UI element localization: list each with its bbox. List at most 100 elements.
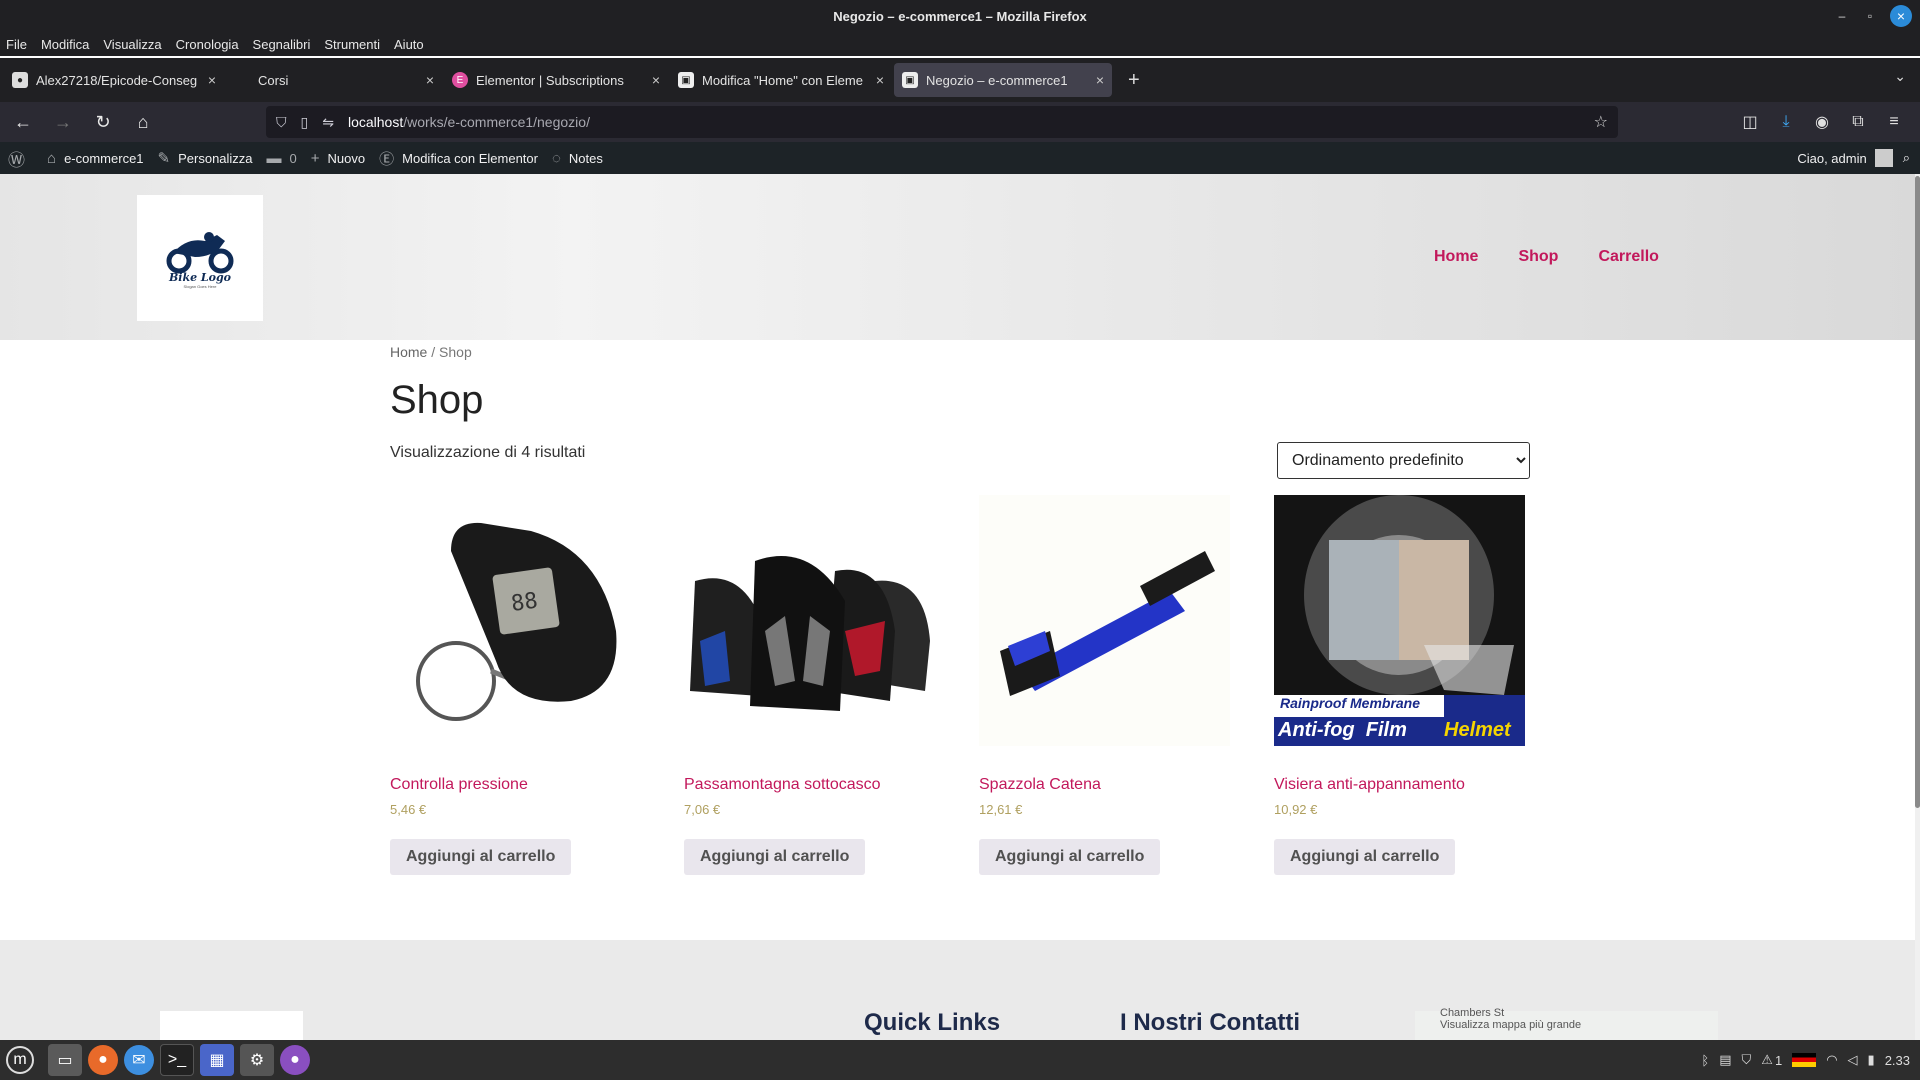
- motorbike-icon: [166, 232, 234, 274]
- site-logo[interactable]: Bike Logo Slogan Goes Here: [137, 195, 263, 321]
- nav-shop[interactable]: Shop: [1518, 248, 1558, 266]
- add-to-cart-button[interactable]: Aggiungi al carrello: [390, 839, 572, 875]
- add-to-cart-button[interactable]: Aggiungi al carrello: [684, 839, 866, 875]
- pocket-icon[interactable]: ◫: [1732, 112, 1768, 132]
- product-image-antifog-visor[interactable]: Rainproof Membrane Anti-fog Film Helmet: [1274, 495, 1525, 746]
- clipboard-icon[interactable]: ▤: [1719, 1052, 1731, 1068]
- volume-icon[interactable]: ◁: [1848, 1052, 1858, 1068]
- terminal-icon[interactable]: >_: [160, 1044, 194, 1076]
- nav-carrello[interactable]: Carrello: [1598, 248, 1658, 266]
- thunderbird-icon[interactable]: ✉: [124, 1045, 154, 1075]
- bluetooth-icon[interactable]: ᛒ: [1701, 1053, 1709, 1068]
- breadcrumb: Home / Shop: [390, 344, 472, 360]
- wp-admin-bar: Ⓦ ⌂ e-commerce1 ✎ Personalizza ▬ 0 + Nuovo Ⓔ…: [0, 142, 1920, 174]
- menu-file[interactable]: File: [6, 37, 27, 52]
- logo-slogan: Slogan Goes Here: [183, 284, 217, 289]
- footer-map[interactable]: Chambers St Visualizza mappa più grande: [1415, 1007, 1718, 1040]
- bookmark-star-icon[interactable]: ☆: [1594, 112, 1608, 132]
- maximize-button[interactable]: ▫: [1856, 0, 1884, 32]
- firefox-icon[interactable]: ●: [88, 1045, 118, 1075]
- tab-elementor[interactable]: E Elementor | Subscriptions ×: [444, 63, 668, 97]
- menu-cronologia[interactable]: Cronologia: [176, 37, 239, 52]
- product-image-balaclava[interactable]: [684, 495, 935, 746]
- wp-site-link[interactable]: ⌂ e-commerce1: [47, 150, 144, 167]
- chevron-down-icon[interactable]: ⌄: [1894, 68, 1906, 85]
- close-window-button[interactable]: ×: [1890, 5, 1912, 27]
- mint-menu-icon[interactable]: m: [6, 1046, 34, 1074]
- footer-quick-links-heading: Quick Links: [864, 1009, 1001, 1036]
- clock[interactable]: 2.33: [1885, 1053, 1910, 1068]
- menu-visualizza[interactable]: Visualizza: [103, 37, 161, 52]
- new-tab-button[interactable]: +: [1128, 69, 1140, 92]
- search-icon[interactable]: ⌕: [1903, 150, 1910, 166]
- battery-icon[interactable]: ▮: [1868, 1052, 1875, 1068]
- screenshot-icon[interactable]: ▦: [200, 1044, 234, 1076]
- product-name[interactable]: Spazzola Catena: [979, 776, 1230, 794]
- nav-home[interactable]: Home: [1434, 248, 1478, 266]
- shield-icon[interactable]: ⛉: [1742, 1052, 1752, 1068]
- tab-modifica-home[interactable]: ▣ Modifica "Home" con Eleme ×: [670, 63, 892, 97]
- breadcrumb-separator: /: [427, 344, 440, 360]
- page-title: Shop: [390, 378, 484, 422]
- tab-github[interactable]: ● Alex27218/Epicode-Conseg ×: [4, 63, 224, 97]
- menu-aiuto[interactable]: Aiuto: [394, 37, 424, 52]
- product-image-chain-brush[interactable]: [979, 495, 1230, 746]
- product-price: 10,92 €: [1274, 802, 1318, 817]
- url-bar[interactable]: ⛉ ▯ ⇋ localhost/works/e-commerce1/negozi…: [266, 106, 1618, 138]
- site-footer: Quick Links I Nostri Contatti Chambers S…: [0, 940, 1915, 1040]
- account-icon[interactable]: ◉: [1804, 112, 1840, 132]
- github-icon: ●: [12, 72, 28, 88]
- wp-comments-link[interactable]: ▬ 0: [267, 150, 297, 167]
- menu-modifica[interactable]: Modifica: [41, 37, 89, 52]
- download-icon[interactable]: ⤓: [1768, 113, 1804, 131]
- tab-close-icon[interactable]: ×: [1096, 72, 1104, 88]
- logo-text: Bike Logo: [168, 271, 232, 284]
- chain-brush-icon: [999, 550, 1215, 696]
- tab-close-icon[interactable]: ×: [876, 72, 884, 88]
- breadcrumb-home[interactable]: Home: [390, 344, 427, 360]
- back-button[interactable]: ←: [6, 105, 40, 139]
- tab-negozio[interactable]: ▣ Negozio – e-commerce1 ×: [894, 63, 1112, 97]
- minimize-button[interactable]: –: [1828, 0, 1856, 32]
- home-button[interactable]: ⌂: [126, 105, 160, 139]
- github-desktop-icon[interactable]: ●: [280, 1045, 310, 1075]
- tab-corsi[interactable]: Corsi ×: [226, 63, 442, 97]
- wp-account[interactable]: Ciao, admin ⌕: [1797, 142, 1910, 174]
- forward-button[interactable]: →: [46, 105, 80, 139]
- url-text[interactable]: localhost/works/e-commerce1/negozio/: [348, 114, 590, 130]
- tab-close-icon[interactable]: ×: [208, 72, 216, 88]
- taskbar: m ▭ ● ✉ >_ ▦ ⚙ ● ᛒ ▤ ⛉ ⚠ 1 ◠ ◁ ▮ 2.33: [0, 1040, 1920, 1080]
- page-icon: ▣: [678, 72, 694, 88]
- menu-segnalibri[interactable]: Segnalibri: [253, 37, 311, 52]
- map-larger-link[interactable]: Visualizza mappa più grande: [1440, 1019, 1693, 1031]
- wp-elementor-link[interactable]: Ⓔ Modifica con Elementor: [379, 148, 538, 169]
- wp-notes-link[interactable]: ◌ Notes: [552, 150, 603, 167]
- sort-select[interactable]: Ordinamento predefinito: [1277, 442, 1530, 479]
- menu-strumenti[interactable]: Strumenti: [324, 37, 380, 52]
- tab-close-icon[interactable]: ×: [652, 72, 660, 88]
- product-name[interactable]: Passamontagna sottocasco: [684, 776, 935, 794]
- svg-text:88: 88: [509, 588, 539, 616]
- balaclava-icon: [689, 555, 930, 711]
- hamburger-menu-icon[interactable]: ≡: [1876, 113, 1912, 131]
- add-to-cart-button[interactable]: Aggiungi al carrello: [1274, 839, 1456, 875]
- scrollbar-thumb[interactable]: [1915, 176, 1920, 808]
- settings-gear-icon[interactable]: ⚙: [240, 1044, 274, 1076]
- add-to-cart-button[interactable]: Aggiungi al carrello: [979, 839, 1161, 875]
- toolbar-right: ◫ ⤓ ◉ ⧉ ≡: [1732, 102, 1912, 142]
- keyboard-layout-flag-icon[interactable]: [1792, 1053, 1817, 1067]
- reload-button[interactable]: ↻: [86, 105, 120, 139]
- tab-close-icon[interactable]: ×: [426, 72, 434, 88]
- product-name[interactable]: Visiera anti-appannamento: [1274, 776, 1525, 794]
- product-image-pressure-gauge[interactable]: 88: [390, 495, 641, 746]
- product-name[interactable]: Controlla pressione: [390, 776, 641, 794]
- extensions-icon[interactable]: ⧉: [1840, 113, 1876, 131]
- update-icon[interactable]: ⚠: [1761, 1052, 1773, 1068]
- wordpress-icon[interactable]: Ⓦ: [8, 146, 25, 171]
- wp-greeting: Ciao, admin: [1797, 150, 1867, 166]
- tab-label: Modifica "Home" con Eleme: [702, 72, 863, 88]
- wifi-icon[interactable]: ◠: [1826, 1052, 1837, 1068]
- files-icon[interactable]: ▭: [48, 1044, 82, 1076]
- wp-customize-link[interactable]: ✎ Personalizza: [158, 149, 253, 167]
- wp-new-link[interactable]: + Nuovo: [311, 150, 365, 167]
